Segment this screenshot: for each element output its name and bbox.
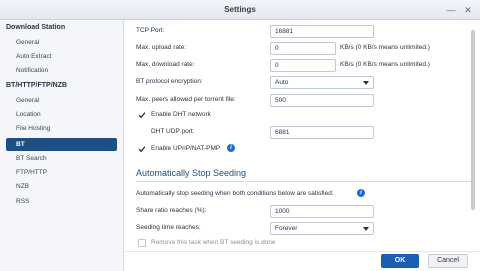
dht-port-label: DHT UDP port: <box>151 128 195 135</box>
sidebar-item-nzb[interactable]: NZB <box>6 180 117 193</box>
minimize-icon[interactable]: — <box>446 5 456 15</box>
tcp-port-input[interactable]: 16881 <box>270 25 374 38</box>
encryption-label: BT protocol encryption: <box>136 78 203 85</box>
sidebar-item-auto-extract[interactable]: Auto Extract <box>6 50 117 63</box>
download-rate-hint: KB/s (0 KB/s means unlimited.) <box>340 61 430 68</box>
seeding-time-select[interactable]: Forever <box>270 222 374 235</box>
sidebar-group-bt-http-ftp-nzb: BT/HTTP/FTP/NZB <box>6 82 68 89</box>
bt-settings-panel: TCP Port: 16881 Max. upload rate: 0 KB/s… <box>125 20 480 251</box>
upload-rate-label: Max. upload rate: <box>136 44 187 51</box>
window-titlebar: Settings — ✕ <box>0 0 480 20</box>
sidebar-item-file-hosting[interactable]: File Hosting <box>6 122 117 135</box>
window-title: Settings <box>224 5 256 14</box>
tcp-port-label: TCP Port: <box>136 27 165 34</box>
upload-rate-hint: KB/s (0 KB/s means unlimited.) <box>340 44 430 51</box>
download-rate-label: Max. download rate: <box>136 61 195 68</box>
dht-port-input[interactable]: 6881 <box>270 126 374 139</box>
encryption-select-value: Auto <box>275 79 289 86</box>
encryption-select[interactable]: Auto <box>270 76 374 89</box>
scrollbar-thumb[interactable] <box>471 30 475 210</box>
share-ratio-input[interactable]: 1000 <box>270 205 374 218</box>
sidebar-item-bt-general[interactable]: General <box>6 94 117 107</box>
ok-button[interactable]: OK <box>381 254 419 268</box>
sidebar-item-general[interactable]: General <box>6 36 117 49</box>
seeding-time-select-value: Forever <box>275 225 298 232</box>
sidebar-item-bt-search[interactable]: BT Search <box>6 152 117 165</box>
share-ratio-label: Share ratio reaches (%): <box>136 207 207 214</box>
cancel-button[interactable]: Cancel <box>428 254 468 268</box>
sidebar-item-rss[interactable]: RSS <box>6 195 117 208</box>
section-title-auto-stop-seeding: Automatically Stop Seeding <box>136 168 247 178</box>
sidebar-item-ftp-http[interactable]: FTP/HTTP <box>6 166 117 179</box>
seeding-info-icon[interactable]: i <box>357 189 365 197</box>
upload-rate-input[interactable]: 0 <box>270 42 336 55</box>
close-icon[interactable]: ✕ <box>463 5 473 15</box>
chevron-down-icon <box>363 227 369 231</box>
sidebar-item-location[interactable]: Location <box>6 108 117 121</box>
max-peers-input[interactable]: 500 <box>270 94 374 107</box>
chevron-down-icon <box>363 81 369 85</box>
sidebar-item-bt[interactable]: BT <box>6 138 117 151</box>
sidebar-group-download-station: Download Station <box>6 24 66 31</box>
max-peers-label: Max. peers allowed per torrent file: <box>136 96 236 103</box>
seeding-description: Automatically stop seeding when both con… <box>136 190 334 197</box>
seeding-time-label: Seeding time reaches: <box>136 224 201 231</box>
dht-label: Enable DHT network <box>151 111 211 118</box>
sidebar-item-notification[interactable]: Notification <box>6 64 117 77</box>
upnp-checkbox[interactable] <box>138 145 146 153</box>
section-divider <box>136 181 471 182</box>
upnp-label: Enable UPnP/NAT-PMP <box>151 145 221 152</box>
remove-task-checkbox[interactable] <box>138 239 146 247</box>
sidebar: Download Station General Auto Extract No… <box>0 20 124 271</box>
dialog-footer: OK Cancel <box>125 251 480 271</box>
remove-task-label: Remove this task when BT seeding is done <box>151 239 276 246</box>
download-rate-input[interactable]: 0 <box>270 59 336 72</box>
upnp-info-icon[interactable]: i <box>227 144 235 152</box>
dht-checkbox[interactable] <box>138 111 146 119</box>
